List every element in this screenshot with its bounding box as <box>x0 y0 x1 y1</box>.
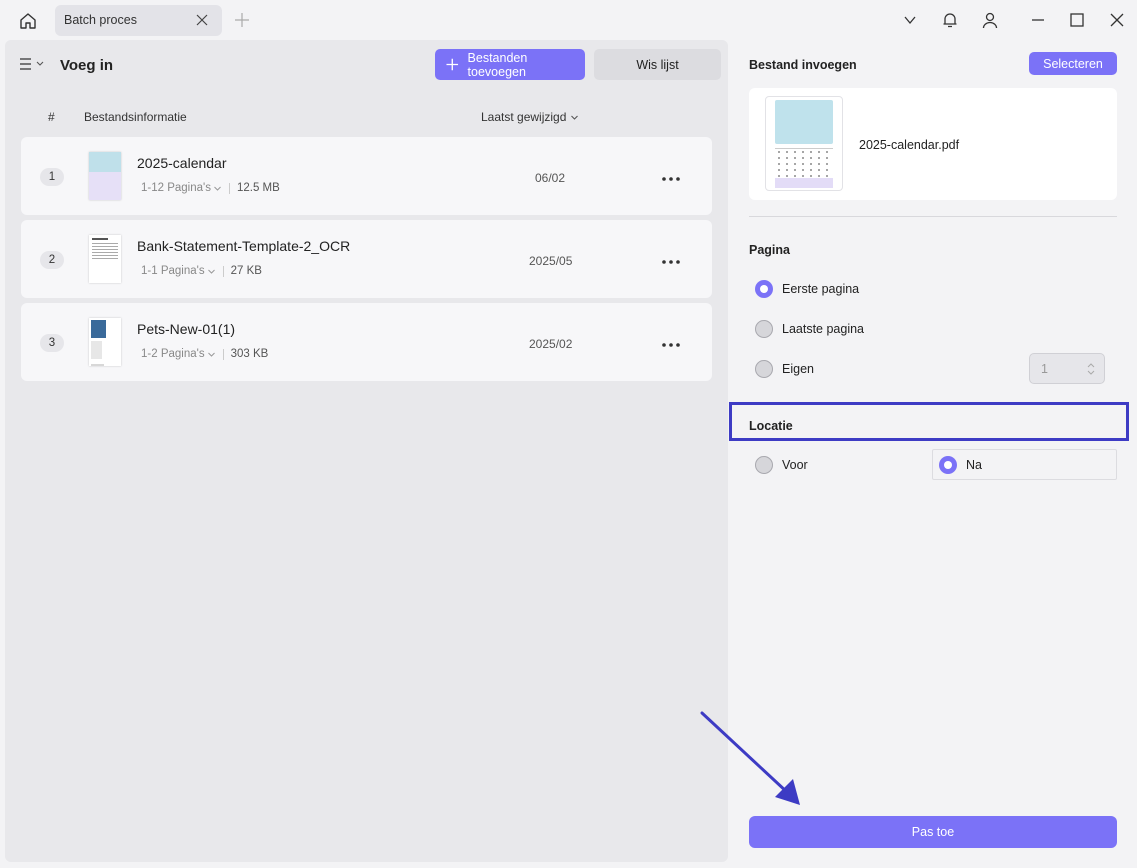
divider <box>222 265 224 277</box>
radio-button[interactable] <box>939 456 957 474</box>
column-header-modified[interactable]: Laatst gewijzigd <box>481 110 579 124</box>
chevron-down-icon <box>571 115 579 120</box>
tab-label: Batch proces <box>64 13 137 27</box>
file-meta: 1-2 Pagina's 303 KB <box>141 348 268 360</box>
radio-button[interactable] <box>755 360 773 378</box>
file-size: 27 KB <box>230 265 262 277</box>
page-range[interactable]: 1-1 Pagina's <box>141 265 205 277</box>
location-section-label: Locatie <box>749 419 793 433</box>
user-icon[interactable] <box>980 10 1000 30</box>
page-number-stepper[interactable]: 1 <box>1029 353 1105 384</box>
radio-after[interactable]: Na <box>939 456 982 474</box>
stepper-value: 1 <box>1041 361 1048 376</box>
close-icon[interactable] <box>195 13 209 27</box>
add-files-button[interactable]: Bestanden toevoegen <box>435 49 585 80</box>
radio-label: Na <box>966 458 982 472</box>
radio-before[interactable]: Voor <box>755 456 808 474</box>
modified-date: 2025/02 <box>529 337 573 351</box>
page-range[interactable]: 1-2 Pagina's <box>141 348 205 360</box>
table-row[interactable]: 2 Bank-Statement-Template-2_OCR 1-1 Pagi… <box>21 220 712 298</box>
select-button[interactable]: Selecteren <box>1029 52 1117 75</box>
column-header-info: Bestandsinformatie <box>84 110 187 124</box>
file-name: 2025-calendar <box>137 155 227 171</box>
radio-label: Eerste pagina <box>782 282 860 296</box>
chevron-down-icon <box>207 269 215 274</box>
modified-date: 2025/05 <box>529 254 573 268</box>
row-number: 2 <box>40 251 64 269</box>
file-size: 12.5 MB <box>236 182 280 194</box>
column-header-number: # <box>48 110 55 124</box>
file-size: 303 KB <box>230 348 269 360</box>
stepper-arrows-icon[interactable] <box>1086 361 1096 377</box>
menu-icon[interactable] <box>19 56 47 72</box>
file-preview-thumbnail <box>765 96 843 191</box>
tab-batch-process[interactable]: Batch proces <box>55 5 222 36</box>
chevron-down-icon <box>207 352 215 357</box>
file-thumbnail <box>89 235 121 283</box>
file-name: Bank-Statement-Template-2_OCR <box>137 238 351 254</box>
divider <box>749 216 1117 217</box>
selected-file-name: 2025-calendar.pdf <box>859 138 960 152</box>
radio-label: Voor <box>782 458 808 472</box>
plus-icon[interactable] <box>234 12 250 28</box>
file-meta: 1-12 Pagina's 12.5 MB <box>141 182 280 194</box>
divider <box>228 182 230 194</box>
radio-button[interactable] <box>755 320 773 338</box>
chevron-down-icon <box>214 186 221 191</box>
bell-icon[interactable] <box>940 10 960 30</box>
maximize-icon[interactable] <box>1067 10 1087 30</box>
file-list-panel: Voeg in Bestanden toevoegen Wis lijst # … <box>5 40 728 862</box>
file-meta: 1-1 Pagina's 27 KB <box>141 265 262 277</box>
minimize-icon[interactable] <box>1028 10 1048 30</box>
insert-settings-panel: Bestand invoegen Selecteren 2025-calenda… <box>729 40 1132 862</box>
insert-file-title: Bestand invoegen <box>749 58 857 72</box>
clear-list-button[interactable]: Wis lijst <box>594 49 721 80</box>
page-title: Voeg in <box>60 57 114 74</box>
radio-button[interactable] <box>755 456 773 474</box>
radio-label: Eigen <box>782 362 814 376</box>
more-options-icon[interactable] <box>661 337 681 347</box>
radio-last-page[interactable]: Laatste pagina <box>755 320 864 338</box>
radio-first-page[interactable]: Eerste pagina <box>755 280 859 298</box>
radio-custom-page[interactable]: Eigen <box>755 360 814 378</box>
page-range[interactable]: 1-12 Pagina's <box>141 182 211 194</box>
column-header-modified-label: Laatst gewijzigd <box>481 110 567 124</box>
title-bar: Batch proces <box>0 0 1137 40</box>
modified-date: 06/02 <box>535 171 566 185</box>
divider <box>222 348 224 360</box>
radio-button[interactable] <box>755 280 773 298</box>
file-preview-card: 2025-calendar.pdf <box>749 88 1117 200</box>
row-number: 3 <box>40 334 64 352</box>
row-number: 1 <box>40 168 64 186</box>
plus-icon <box>446 58 459 71</box>
radio-label: Laatste pagina <box>782 322 865 336</box>
file-name: Pets-New-01(1) <box>137 321 236 337</box>
more-options-icon[interactable] <box>661 254 681 264</box>
close-icon[interactable] <box>1107 10 1127 30</box>
add-files-label: Bestanden toevoegen <box>467 50 528 79</box>
table-row[interactable]: 3 Pets-New-01(1) 1-2 Pagina's 303 KB 202… <box>21 303 712 381</box>
chevron-down-icon[interactable] <box>900 10 920 30</box>
more-options-icon[interactable] <box>661 171 681 181</box>
apply-button[interactable]: Pas toe <box>749 816 1117 848</box>
home-icon[interactable] <box>16 9 40 33</box>
page-section-label: Pagina <box>749 243 790 257</box>
file-thumbnail <box>89 152 121 200</box>
file-thumbnail <box>89 318 121 366</box>
table-row[interactable]: 1 2025-calendar 1-12 Pagina's 12.5 MB 06… <box>21 137 712 215</box>
